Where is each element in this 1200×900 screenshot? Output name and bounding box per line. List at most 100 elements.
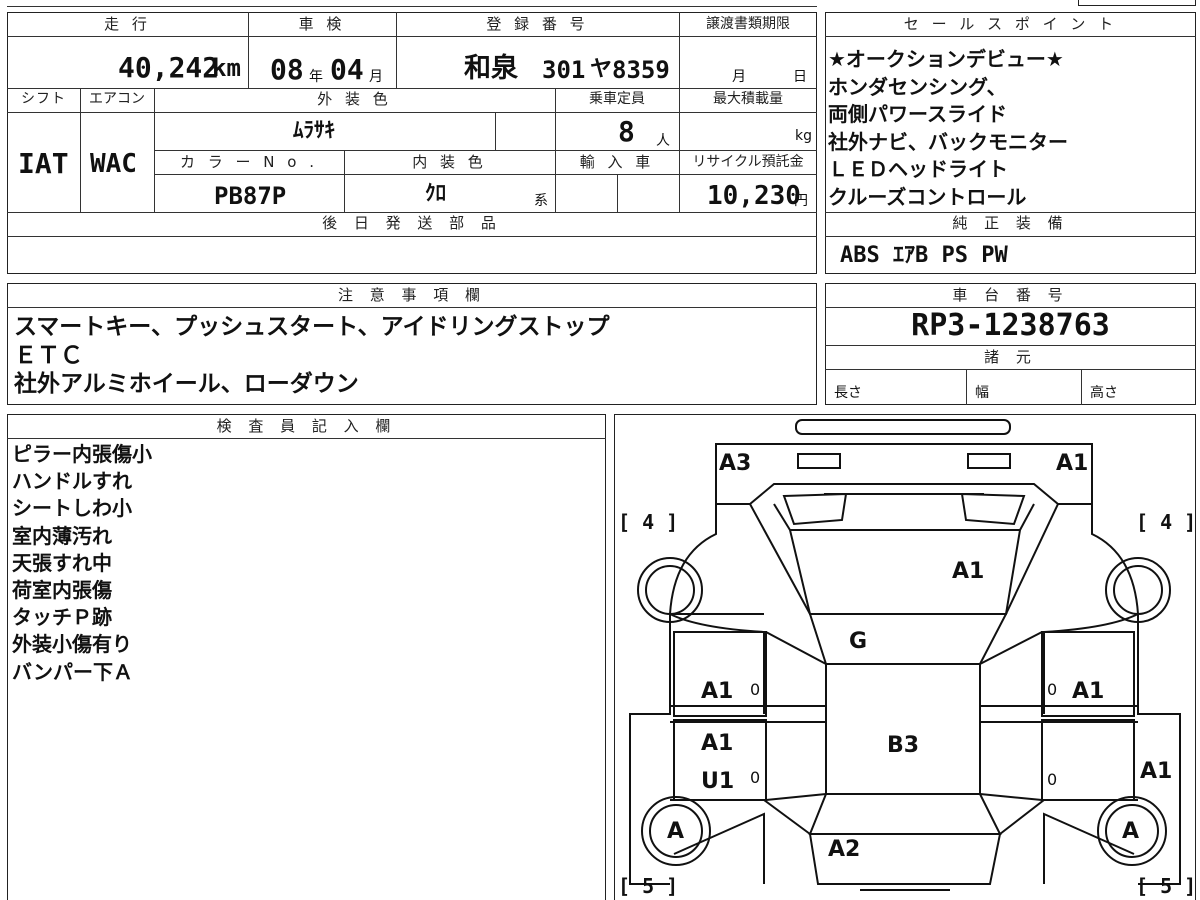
grid-line (7, 438, 606, 439)
inspector-notes-line: 荷室内張傷 (12, 578, 112, 603)
inspection-year-unit: 年 (309, 69, 323, 85)
sales-points-line: 社外ナビ、バックモニター (828, 129, 1068, 154)
bracket-right-bottom: [ 5 ] (1136, 874, 1197, 898)
top-edge-line (7, 6, 817, 7)
inspection-month-unit: 月 (369, 69, 383, 85)
notes-list: スマートキー、プッシュスタート、アイドリングストップ ＥＴＣ 社外アルミホイール、ロ… (14, 313, 814, 399)
mark-right-rear-wheel: A (1122, 819, 1140, 844)
inspector-notes-line: ハンドルすれ (12, 469, 132, 494)
grid-line (825, 345, 1196, 346)
grid-line (966, 369, 967, 405)
exterior-color-header: 外 装 色 (317, 90, 392, 108)
car-diagram (614, 414, 1196, 900)
mark-left-rear-wheel: A (667, 819, 685, 844)
mileage-header: 走 行 (104, 15, 151, 33)
bracket-left-bottom: [ 5 ] (618, 874, 679, 898)
top-right-sliver (1078, 0, 1196, 6)
inspector-notes-line: 外装小傷有り (12, 632, 132, 657)
sales-points-line: ★オークションデビュー★ (828, 47, 1064, 71)
notes-line: 社外アルミホイール、ローダウン (14, 371, 359, 397)
recycle-fee-value: 10,230 (707, 181, 801, 211)
plate-number: 8359 (612, 56, 670, 84)
grid-line (495, 112, 496, 150)
mark-left-front-door: A1 (701, 679, 734, 704)
inspector-notes-line: ピラー内張傷小 (12, 442, 152, 466)
capacity-header: 乗車定員 (589, 91, 645, 107)
mileage-unit: km (212, 54, 241, 82)
inspector-notes-line: タッチＰ跡 (12, 605, 112, 630)
load-unit: kg (795, 128, 812, 144)
later-parts-header: 後 日 発 送 部 品 (322, 214, 502, 232)
mileage-value: 40,242 (118, 51, 220, 84)
shift-value: IAT (18, 147, 69, 180)
sales-points-line: ＬＥＤヘッドライト (828, 157, 1008, 181)
zero-right-front: 0 (1047, 680, 1058, 699)
plate-kana: ヤ (590, 57, 613, 82)
zero-right-rear: 0 (1047, 770, 1058, 789)
sales-points-header: セ ー ル ス ポ イ ン ト (903, 15, 1118, 33)
spec-height-label: 高さ (1090, 385, 1118, 401)
capacity-value: 8 (618, 115, 635, 148)
inspector-notes-list: ピラー内張傷小 ハンドルすれ シートしわ小 室内薄汚れ 天張すれ中荷室内張傷 タッチＰ跡外… (12, 441, 602, 686)
shift-header: シフト (21, 91, 66, 107)
spec-width-label: 幅 (975, 385, 989, 401)
sales-points-line: 両側パワースライド (828, 102, 1007, 126)
exterior-color-value: ﾑﾗｻｷ (293, 118, 335, 142)
mark-hood: A1 (952, 559, 985, 584)
grid-line (825, 236, 1196, 237)
chassis-number-value: RP3-1238763 (911, 308, 1110, 343)
capacity-unit: 人 (656, 133, 670, 149)
notes-header: 注 意 事 項 欄 (337, 286, 487, 304)
genuine-equipment-value: ABS ｴｱB PS PW (840, 243, 1008, 268)
recycle-fee-header: リサイクル預託金 (692, 154, 804, 170)
grid-line (7, 236, 817, 237)
mark-left-rear-door-1: A1 (701, 731, 734, 756)
notes-line: ＥＴＣ (14, 342, 83, 369)
aircon-value: WAC (90, 149, 137, 179)
mark-right-front-door: A1 (1072, 679, 1105, 704)
zero-left-front: 0 (750, 680, 761, 699)
transfer-deadline-header: 譲渡書類期限 (706, 16, 790, 32)
grid-line (7, 112, 817, 113)
mark-left-rear-door-2: U1 (701, 769, 735, 794)
bracket-right-top: [ 4 ] (1136, 510, 1197, 534)
inspection-header: 車 検 (298, 15, 346, 33)
inspector-header: 検 査 員 記 入 欄 (216, 417, 397, 435)
sales-points-line: ホンダセンシング、 (828, 74, 1007, 99)
registration-header: 登 録 番 号 (486, 15, 589, 33)
deadline-month-unit: 月 (732, 69, 746, 85)
mark-rear-glass: A2 (828, 837, 861, 862)
plate-area: 和泉 (464, 53, 518, 84)
grid-line (825, 369, 1196, 370)
grid-line (154, 150, 817, 151)
inspector-notes-line: バンパー下Ａ (12, 659, 133, 684)
color-no-value: PB87P (214, 182, 287, 210)
mark-roof: B3 (887, 733, 920, 758)
mark-right-rear: A1 (1140, 759, 1173, 784)
inspector-notes-line: シートしわ小 (12, 496, 132, 521)
interior-color-header: 内 装 色 (412, 153, 487, 171)
aircon-header: エアコン (89, 91, 145, 107)
chassis-header: 車 台 番 号 (952, 286, 1069, 304)
inspector-notes-line: 室内薄汚れ (12, 523, 112, 548)
sales-points-line: クルーズコントロール (828, 184, 1027, 209)
interior-suffix: 系 (534, 193, 548, 209)
sales-points-list: ★オークションデビュー★ ホンダセンシング、 両側パワースライド社外ナビ、バックモニ… (828, 46, 1194, 211)
specs-header: 諸 元 (984, 348, 1037, 366)
inspector-notes-line: 天張すれ中 (12, 550, 112, 575)
deadline-day-unit: 日 (793, 69, 807, 85)
spec-length-label: 長さ (834, 385, 862, 401)
genuine-equipment-header: 純 正 装 備 (952, 214, 1069, 232)
grid-line (825, 36, 1196, 37)
mark-windshield: G (849, 629, 868, 654)
grid-line (154, 174, 817, 175)
bracket-left-top: [ 4 ] (618, 510, 679, 534)
interior-color-value: ｸﾛ (425, 181, 446, 205)
zero-left-rear: 0 (750, 768, 761, 787)
mark-front-right: A1 (1056, 451, 1089, 476)
color-no-header: カ ラ ー N o . (179, 153, 318, 171)
grid-line (1081, 369, 1082, 405)
inspection-month: 04 (330, 53, 364, 86)
imported-header: 輸 入 車 (579, 153, 655, 171)
recycle-unit: 円 (794, 193, 808, 209)
